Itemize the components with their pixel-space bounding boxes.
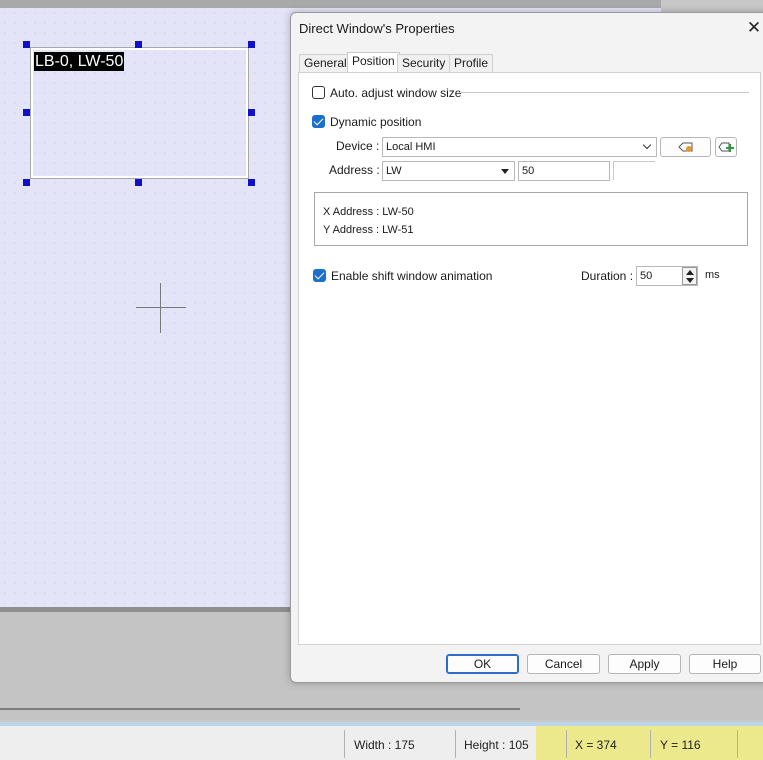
auto-adjust-checkbox[interactable] <box>312 86 325 99</box>
resize-handle-top-right[interactable] <box>248 41 255 48</box>
properties-dialog: Direct Window's Properties ✕ General Pos… <box>290 12 763 683</box>
crosshair-cursor-vertical <box>160 283 161 333</box>
add-device-button[interactable] <box>715 137 737 157</box>
ok-button[interactable]: OK <box>446 654 519 674</box>
spin-down-icon[interactable] <box>686 278 694 283</box>
cancel-button[interactable]: Cancel <box>527 654 600 674</box>
tab-position[interactable]: Position <box>347 52 400 73</box>
canvas-top-strip <box>0 0 661 8</box>
resize-handle-top-left[interactable] <box>23 41 30 48</box>
status-separator <box>455 730 456 758</box>
direct-window-label: LB-0, LW-50 <box>34 52 125 71</box>
x-address-text: X Address : LW-50 <box>323 206 414 218</box>
duration-unit: ms <box>705 269 720 281</box>
direct-window-object[interactable]: LB-0, LW-50 <box>30 47 249 179</box>
duration-value: 50 <box>640 270 653 282</box>
close-icon[interactable]: ✕ <box>745 19 763 37</box>
address-type-value: LW <box>386 165 402 177</box>
duration-spinner[interactable] <box>682 267 697 285</box>
help-button[interactable]: Help <box>689 654 761 674</box>
resize-handle-left[interactable] <box>23 109 30 116</box>
crosshair-cursor-horizontal <box>136 307 186 308</box>
device-label: Device : <box>336 139 380 153</box>
address-value: 50 <box>522 165 535 177</box>
tab-security[interactable]: Security <box>397 54 451 73</box>
resize-handle-bottom-right[interactable] <box>248 179 255 186</box>
tab-general[interactable]: General <box>299 54 352 73</box>
status-separator <box>344 730 345 758</box>
resize-handle-bottom[interactable] <box>135 179 142 186</box>
tab-profile[interactable]: Profile <box>449 54 494 73</box>
address-extra-field-left <box>613 161 614 180</box>
chevron-down-icon <box>642 140 652 150</box>
apply-button[interactable]: Apply <box>608 654 681 674</box>
auto-adjust-label: Auto. adjust window size <box>330 86 462 100</box>
y-address-text: Y Address : LW-51 <box>323 224 414 236</box>
device-settings-button[interactable] <box>660 137 711 157</box>
add-device-icon <box>718 142 734 152</box>
shift-animation-label: Enable shift window animation <box>331 269 493 283</box>
resize-handle-top[interactable] <box>135 41 142 48</box>
address-extra-field-edge <box>613 161 655 162</box>
device-select[interactable]: Local HMI <box>382 137 657 157</box>
resize-handle-right[interactable] <box>248 109 255 116</box>
status-y: Y = 116 <box>660 738 701 752</box>
device-select-value: Local HMI <box>386 141 436 153</box>
address-info-box: X Address : LW-50 Y Address : LW-51 <box>314 192 748 246</box>
spin-up-icon[interactable] <box>686 270 694 275</box>
status-bar: Width : 175 Height : 105 X = 374 Y = 116 <box>0 722 763 760</box>
resize-handle-bottom-left[interactable] <box>23 179 30 186</box>
device-settings-icon <box>677 142 692 152</box>
status-x: X = 374 <box>575 738 617 752</box>
dynamic-position-checkbox[interactable] <box>312 115 325 128</box>
section-divider <box>459 92 749 93</box>
dialog-title: Direct Window's Properties <box>299 21 455 36</box>
address-value-input[interactable]: 50 <box>518 161 610 181</box>
status-separator <box>650 730 651 758</box>
horizontal-scrollbar[interactable] <box>0 708 520 710</box>
dynamic-position-label: Dynamic position <box>330 115 422 129</box>
address-label: Address : <box>329 163 380 177</box>
status-width: Width : 175 <box>354 738 415 752</box>
duration-label: Duration : <box>581 269 634 283</box>
dropdown-arrow-icon <box>501 169 509 174</box>
status-height: Height : 105 <box>464 738 529 752</box>
shift-animation-checkbox[interactable] <box>313 269 326 282</box>
position-tab-panel: Auto. adjust window size Dynamic positio… <box>298 72 761 645</box>
address-type-select[interactable]: LW <box>382 161 515 181</box>
status-separator <box>737 730 738 758</box>
status-separator <box>566 730 567 758</box>
